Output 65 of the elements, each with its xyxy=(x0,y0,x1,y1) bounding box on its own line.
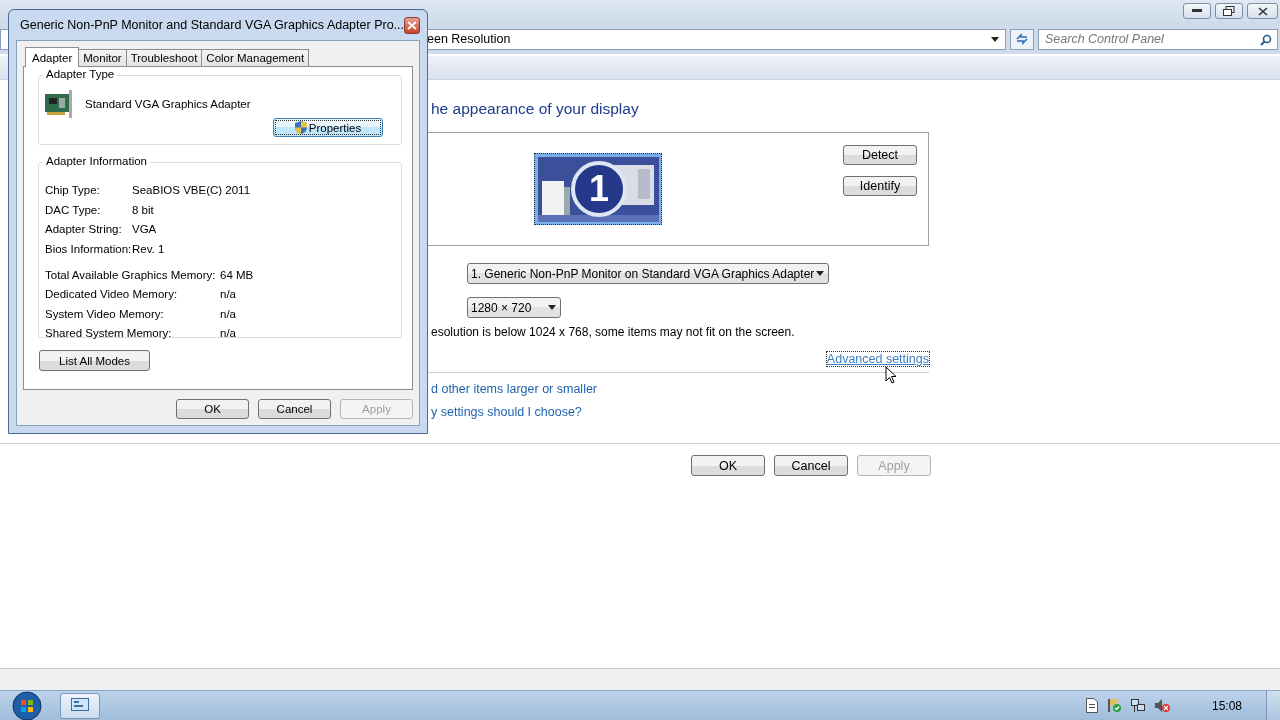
info-value: SeaBIOS VBE(C) 2011 xyxy=(132,184,251,196)
tab[interactable]: Adapter xyxy=(25,47,80,67)
adapter-name: Standard VGA Graphics Adapter xyxy=(85,98,251,110)
memory-value: n/a xyxy=(220,307,236,320)
group-label: Adapter Information xyxy=(43,155,150,167)
shield-icon xyxy=(294,121,307,134)
info-value: 8 bit xyxy=(132,203,154,216)
close-button[interactable] xyxy=(404,16,420,34)
graphics-card-icon xyxy=(44,90,74,118)
resolution-warning: esolution is below 1024 x 768, some items may not fit on the screen. xyxy=(430,325,796,339)
monitor-thumbnail[interactable]: 1 xyxy=(534,153,662,225)
restore-button[interactable] xyxy=(1215,3,1243,19)
page-heading: he appearance of your display xyxy=(430,100,640,119)
side-button[interactable]: Detect xyxy=(843,145,917,165)
tab[interactable]: Color Management xyxy=(201,49,310,66)
help-link[interactable]: d other items larger or smaller xyxy=(431,382,598,396)
memory-label: Total Available Graphics Memory: xyxy=(45,268,217,281)
info-value: Rev. 1 xyxy=(132,242,165,255)
memory-value: n/a xyxy=(220,327,236,339)
caret-icon xyxy=(991,36,999,42)
minimize-icon xyxy=(1192,9,1202,13)
minimize-button[interactable] xyxy=(1183,3,1211,19)
restore-icon xyxy=(1223,6,1235,16)
tab[interactable]: Monitor xyxy=(78,49,127,66)
taskbar-app-button[interactable] xyxy=(60,692,100,719)
side-button[interactable]: Identify xyxy=(843,176,917,196)
dialog-button[interactable]: OK xyxy=(691,455,765,476)
start-button[interactable] xyxy=(12,690,42,720)
memory-label: Dedicated Video Memory: xyxy=(45,288,179,300)
memory-value: 64 MB xyxy=(220,268,254,281)
info-label: Chip Type: xyxy=(45,184,101,196)
dialog-button[interactable]: Cancel xyxy=(774,455,848,476)
close-icon xyxy=(1257,6,1268,16)
memory-value: n/a xyxy=(220,288,236,300)
properties-button[interactable]: Properties xyxy=(273,118,383,137)
close-icon xyxy=(407,20,417,30)
help-link[interactable]: y settings should I choose? xyxy=(431,405,582,419)
flag-check-icon[interactable] xyxy=(1105,698,1122,713)
info-label: Bios Information: xyxy=(45,242,132,255)
info-label: Adapter String: xyxy=(45,223,123,235)
mouse-pointer-icon xyxy=(885,366,897,384)
search-field[interactable]: Search Control Panel xyxy=(1038,28,1278,50)
display-dropdown[interactable]: 1. Generic Non-PnP Monitor on Standard VGA Graphics Adapter xyxy=(467,263,829,284)
refresh-icon xyxy=(1015,33,1029,45)
tab[interactable]: Troubleshoot xyxy=(125,49,203,66)
memory-label: System Video Memory: xyxy=(45,307,165,320)
group-label: Adapter Type xyxy=(43,68,118,80)
refresh-button[interactable] xyxy=(1010,28,1034,50)
list-all-modes-button[interactable]: List All Modes xyxy=(39,350,150,371)
memory-label: Shared System Memory: xyxy=(45,327,173,339)
network-icon[interactable] xyxy=(1129,698,1146,713)
control-panel-icon xyxy=(71,698,89,713)
clock[interactable]: 15:08 xyxy=(1211,698,1242,713)
info-label: DAC Type: xyxy=(45,203,102,216)
caret-icon xyxy=(548,305,556,310)
muted-speaker-icon[interactable] xyxy=(1153,698,1170,713)
dialog-button[interactable]: OK xyxy=(176,399,249,419)
info-value: VGA xyxy=(132,223,157,235)
close-button[interactable] xyxy=(1247,3,1278,19)
document-icon[interactable] xyxy=(1085,698,1098,713)
dialog-button[interactable]: Cancel xyxy=(258,399,331,419)
caret-icon xyxy=(816,271,824,276)
resolution-dropdown[interactable]: 1280 × 720 xyxy=(467,297,561,318)
advanced-settings-link[interactable]: Advanced settings xyxy=(826,352,929,366)
search-icon xyxy=(1260,33,1272,46)
